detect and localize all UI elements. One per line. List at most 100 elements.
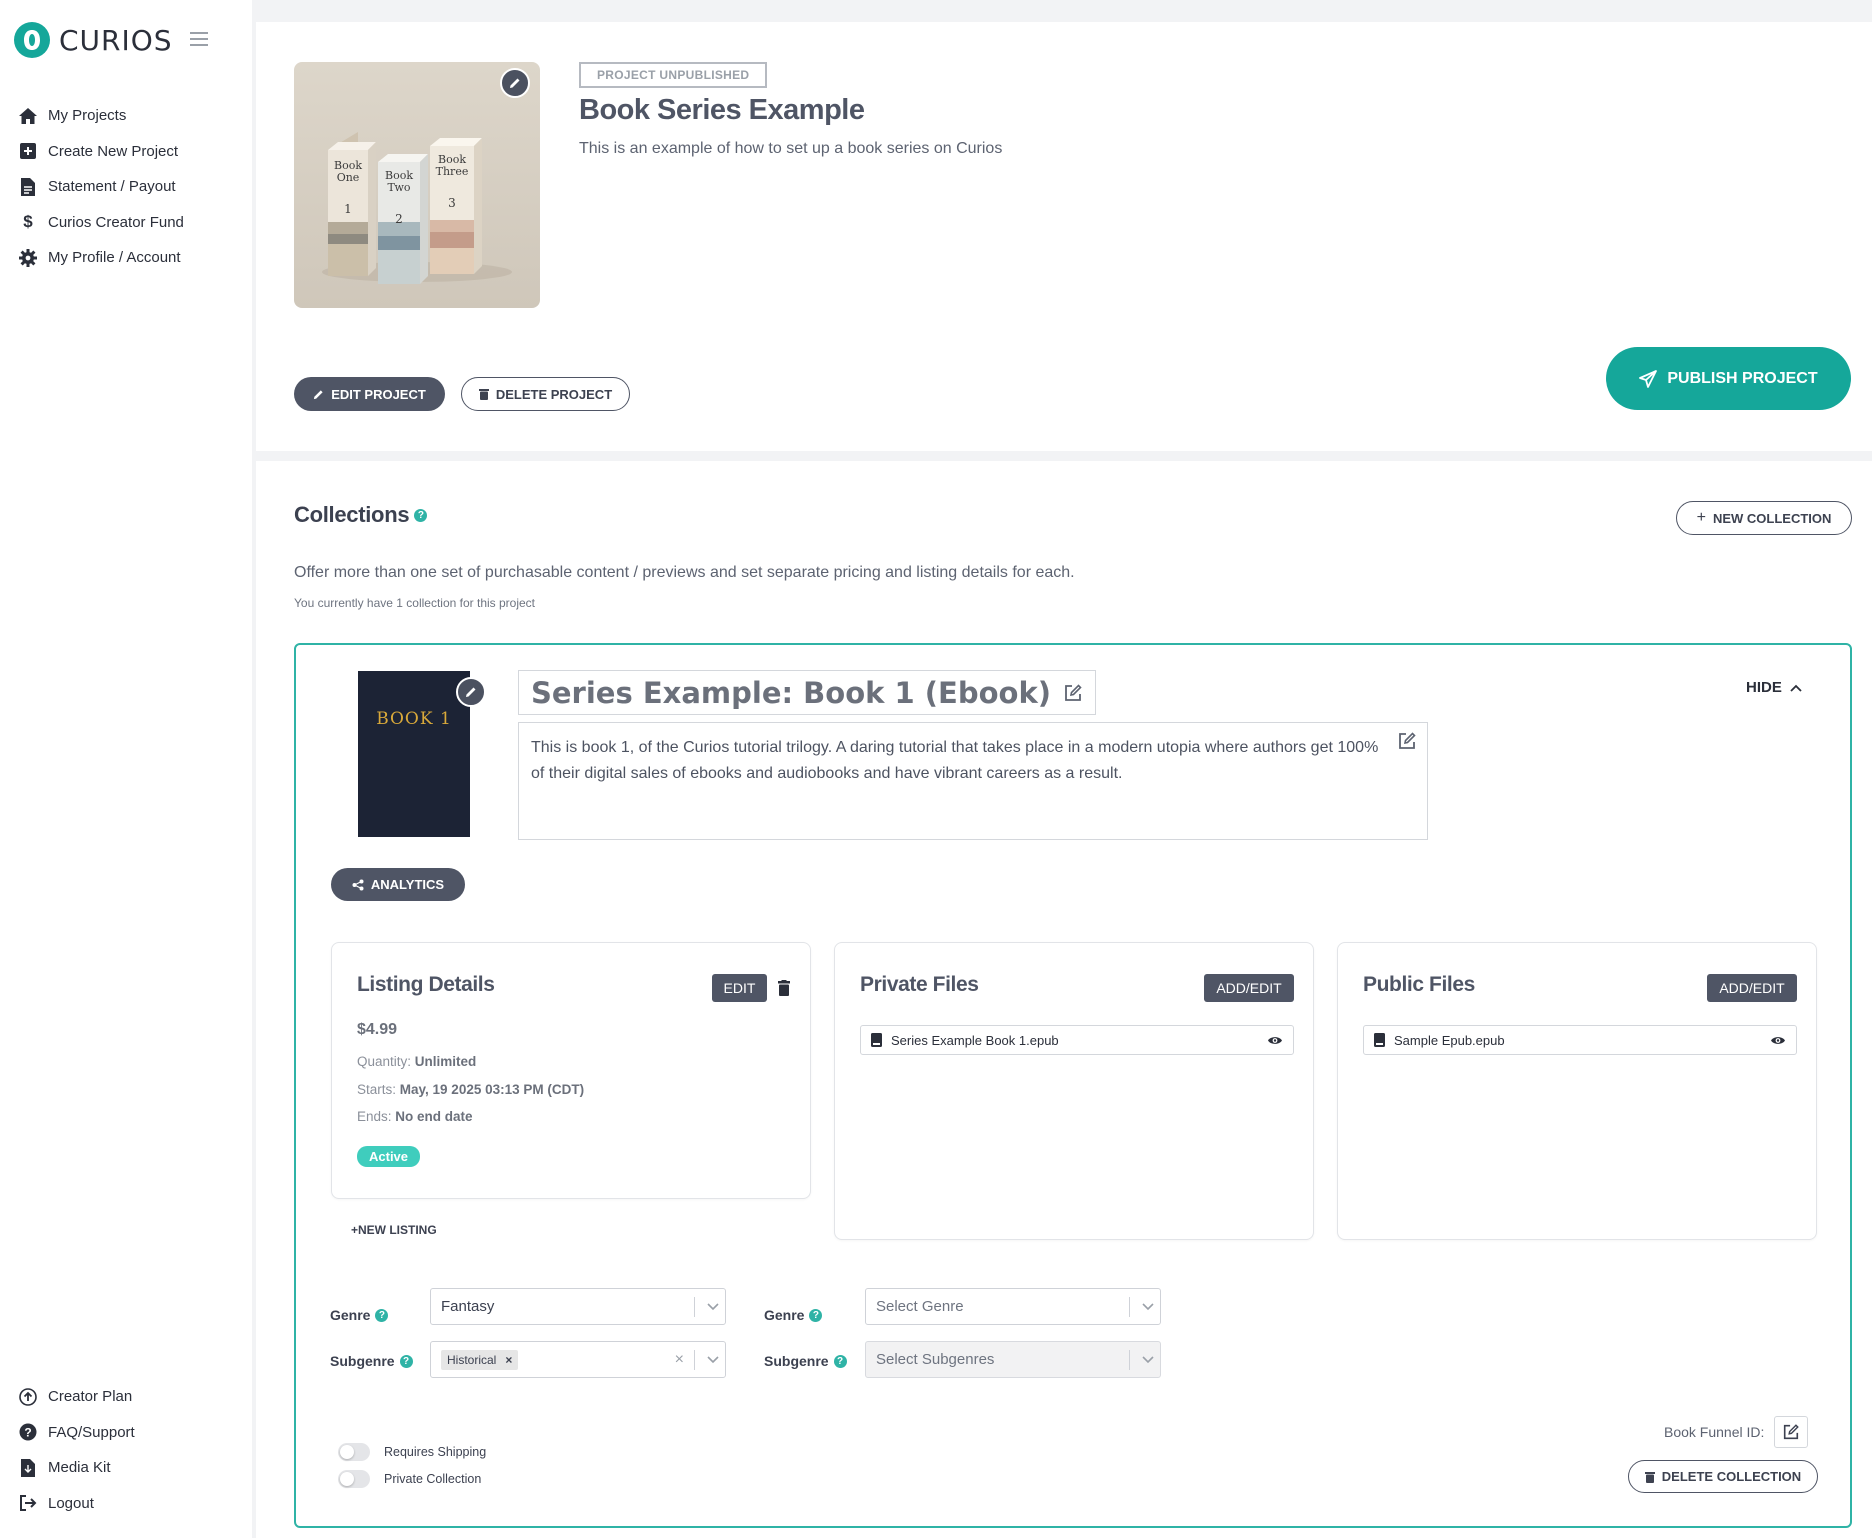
help-icon[interactable]: ? <box>414 508 428 522</box>
collection-name-field[interactable]: Series Example: Book 1 (Ebook) <box>518 670 1097 715</box>
subgenre-select[interactable]: Historical × × <box>430 1341 726 1378</box>
project-header-card: Book One 1 Book Two 2 Book Three 3 PROJE… <box>256 22 1872 451</box>
edit-cover-button[interactable] <box>500 68 530 98</box>
new-listing-link[interactable]: +NEW LISTING <box>351 1223 437 1237</box>
question-circle-icon: ? <box>18 1423 38 1441</box>
delete-project-label: DELETE PROJECT <box>495 386 613 402</box>
edit-listing-button[interactable]: EDIT <box>712 974 767 1002</box>
edit-square-icon[interactable] <box>1397 731 1417 751</box>
sidebar-item-media-kit[interactable]: Media Kit <box>18 1450 135 1486</box>
add-edit-public-files-button[interactable]: ADD/EDIT <box>1707 974 1797 1002</box>
listing-quantity: Quantity: Unlimited <box>357 1054 476 1069</box>
sidebar-item-creator-plan[interactable]: Creator Plan <box>18 1379 135 1415</box>
chevron-down-icon <box>701 1302 725 1311</box>
pencil-icon <box>313 389 324 400</box>
collections-card: Collections ? + NEW COLLECTION Offer mor… <box>256 461 1872 1538</box>
analytics-label: ANALYTICS <box>370 877 445 892</box>
select-separator <box>1129 1349 1130 1370</box>
genre-select-2[interactable]: Select Genre <box>865 1288 1161 1325</box>
remove-tag-icon[interactable]: × <box>505 1353 512 1367</box>
edit-square-icon[interactable] <box>1063 683 1083 703</box>
genre-label-text: Genre <box>330 1307 371 1323</box>
collection-description-field[interactable]: This is book 1, of the Curios tutorial t… <box>518 722 1428 840</box>
delete-project-button[interactable]: DELETE PROJECT <box>461 377 630 411</box>
sidebar-item-statement-payout[interactable]: Statement / Payout <box>18 169 184 205</box>
book-icon <box>871 1033 882 1047</box>
file-row[interactable]: Series Example Book 1.epub <box>860 1025 1294 1055</box>
collection-item: BOOK 1 Series Example: Book 1 (Ebook) Th… <box>294 643 1852 1528</box>
eye-icon[interactable] <box>1770 1035 1786 1046</box>
curios-logo-icon <box>14 22 50 58</box>
collections-description: Offer more than one set of purchasable c… <box>294 564 1075 581</box>
analytics-button[interactable]: ANALYTICS <box>331 868 465 901</box>
listing-starts: Starts: May, 19 2025 03:13 PM (CDT) <box>357 1082 584 1097</box>
new-collection-button[interactable]: + NEW COLLECTION <box>1676 501 1852 535</box>
project-cover-image[interactable]: Book One 1 Book Two 2 Book Three 3 <box>294 62 540 308</box>
sidebar-item-my-projects[interactable]: My Projects <box>18 98 184 134</box>
help-icon[interactable]: ? <box>399 1354 413 1368</box>
help-icon[interactable]: ? <box>809 1308 823 1322</box>
sidebar-item-logout[interactable]: Logout <box>18 1486 135 1522</box>
help-icon[interactable]: ? <box>375 1308 389 1322</box>
home-icon <box>18 107 38 125</box>
listing-price: $4.99 <box>357 1021 398 1038</box>
public-files-title: Public Files <box>1363 973 1475 996</box>
chevron-down-icon <box>1136 1302 1160 1311</box>
subgenre-tag-label: Historical <box>447 1352 497 1367</box>
chevron-down-icon <box>1136 1355 1160 1364</box>
book-funnel-edit-button[interactable] <box>1774 1416 1808 1448</box>
private-collection-label: Private Collection <box>384 1472 482 1486</box>
genre-select[interactable]: Fantasy <box>430 1288 726 1325</box>
edit-project-button[interactable]: EDIT PROJECT <box>294 377 445 411</box>
genre-placeholder: Select Genre <box>876 1298 964 1315</box>
subgenre-tags: Historical × <box>441 1349 675 1370</box>
arrow-up-circle-icon <box>18 1387 38 1406</box>
page-title: Book Series Example <box>579 94 865 126</box>
add-edit-private-files-button[interactable]: ADD/EDIT <box>1204 974 1294 1002</box>
paper-plane-icon <box>1639 369 1658 388</box>
brand-logo[interactable]: CURIOS <box>14 22 173 58</box>
file-name: Sample Epub.epub <box>1394 1032 1505 1048</box>
quantity-label: Quantity: <box>357 1054 412 1069</box>
collection-cover-image[interactable]: BOOK 1 <box>358 671 486 837</box>
subgenre-select-2[interactable]: Select Subgenres <box>865 1341 1161 1378</box>
help-icon[interactable]: ? <box>833 1354 847 1368</box>
private-collection-toggle[interactable] <box>338 1470 370 1488</box>
edit-collection-cover-button[interactable] <box>456 677 486 707</box>
chevron-up-icon <box>1790 684 1802 692</box>
file-name: Series Example Book 1.epub <box>891 1032 1059 1048</box>
subgenre-label: Subgenre ? <box>764 1353 847 1369</box>
genre-label: Genre ? <box>764 1307 823 1323</box>
sidebar-item-faq-support[interactable]: ? FAQ/Support <box>18 1415 135 1451</box>
sidebar-item-label: Logout <box>48 1494 94 1512</box>
sidebar-item-profile-account[interactable]: My Profile / Account <box>18 240 184 276</box>
private-files-panel: Private Files ADD/EDIT Series Example Bo… <box>834 942 1314 1240</box>
sidebar: CURIOS My Projects Create New Project St… <box>0 0 252 1538</box>
collection-name: Series Example: Book 1 (Ebook) <box>531 675 1052 710</box>
sidebar-item-label: FAQ/Support <box>48 1423 135 1441</box>
sidebar-item-label: Media Kit <box>48 1459 111 1477</box>
subgenre-placeholder: Select Subgenres <box>876 1351 995 1368</box>
pencil-icon <box>509 77 521 89</box>
book-spine-label: Book Two <box>385 169 413 194</box>
sidebar-item-create-new-project[interactable]: Create New Project <box>18 134 184 170</box>
hamburger-menu-icon[interactable] <box>190 32 208 50</box>
hide-collection-toggle[interactable]: HIDE <box>1746 679 1802 696</box>
eye-icon[interactable] <box>1267 1035 1283 1046</box>
sidebar-item-creator-fund[interactable]: $ Curios Creator Fund <box>18 205 184 241</box>
clear-icon[interactable]: × <box>675 1351 684 1369</box>
starts-value: May, 19 2025 03:13 PM (CDT) <box>399 1082 585 1097</box>
add-edit-label: ADD/EDIT <box>1216 980 1282 996</box>
publish-project-button[interactable]: PUBLISH PROJECT <box>1606 347 1851 410</box>
gear-icon <box>18 248 38 267</box>
logout-icon <box>18 1495 38 1512</box>
requires-shipping-toggle[interactable] <box>338 1443 370 1461</box>
status-badge: PROJECT UNPUBLISHED <box>579 62 768 88</box>
file-row[interactable]: Sample Epub.epub <box>1363 1025 1797 1055</box>
genre-label-text: Genre <box>764 1307 805 1323</box>
book-spine-number: 1 <box>344 202 352 216</box>
delete-collection-button[interactable]: DELETE COLLECTION <box>1628 1460 1818 1493</box>
add-edit-label: ADD/EDIT <box>1719 980 1785 996</box>
delete-collection-label: DELETE COLLECTION <box>1661 1469 1802 1484</box>
trash-icon[interactable] <box>778 980 790 996</box>
